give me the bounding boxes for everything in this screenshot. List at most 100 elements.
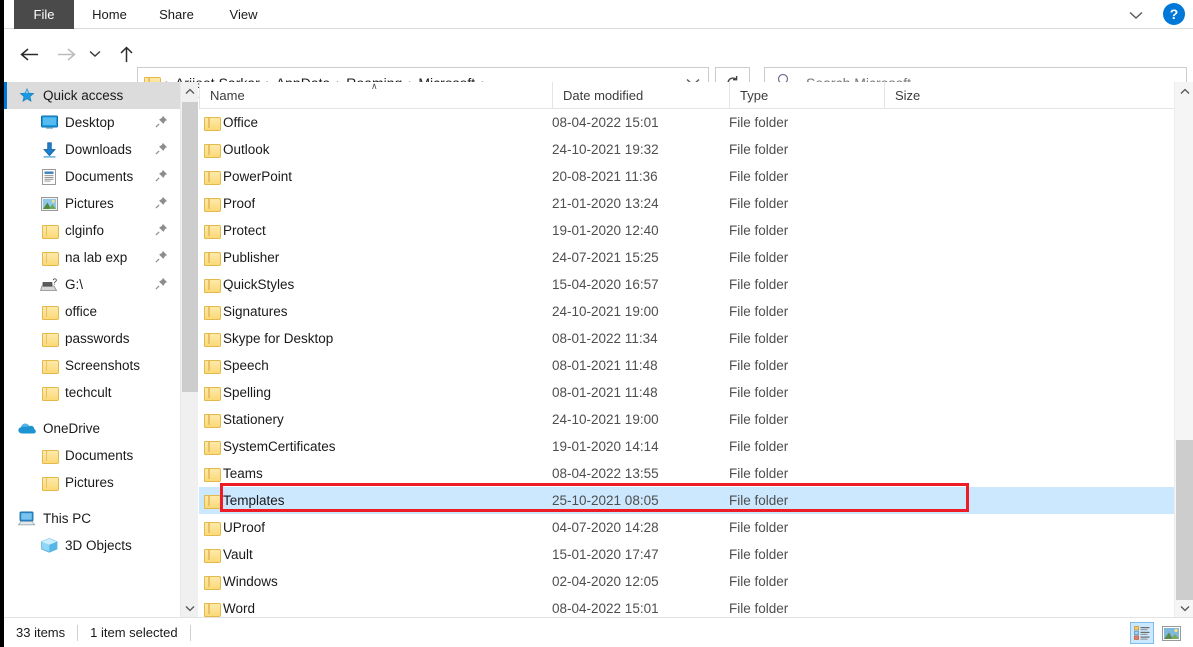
cell-type: File folder [729, 547, 789, 562]
chevron-down-icon[interactable] [1125, 5, 1147, 25]
table-row[interactable]: Publisher 24-07-2021 15:25 File folder [199, 244, 1174, 271]
file-rows: Office 08-04-2022 15:01 File folder Outlook… [199, 109, 1174, 622]
sidebar-scrollbar-thumb[interactable] [182, 102, 198, 392]
status-bar: 33 items 1 item selected [4, 617, 1193, 647]
pin-icon[interactable] [155, 142, 168, 155]
file-list-scrollbar-thumb[interactable] [1176, 440, 1193, 600]
cell-type: File folder [729, 412, 789, 427]
sidebar-item-na-lab-exp[interactable]: na lab exp [4, 244, 180, 271]
sidebar-item-screenshots[interactable]: Screenshots [4, 352, 180, 379]
cell-name: Stationery [223, 412, 284, 427]
scroll-down-icon[interactable] [181, 599, 199, 617]
table-row[interactable]: SystemCertificates 19-01-2020 14:14 File f… [199, 433, 1174, 460]
table-row[interactable]: Vault 15-01-2020 17:47 File folder [199, 541, 1174, 568]
cell-type: File folder [729, 115, 789, 130]
cell-type: File folder [729, 304, 789, 319]
column-header-type[interactable]: Type [729, 82, 884, 108]
cell-name: Spelling [223, 385, 272, 400]
this-pc-icon [18, 510, 36, 528]
table-row[interactable]: UProof 04-07-2020 14:28 File folder [199, 514, 1174, 541]
scroll-up-icon[interactable] [181, 82, 199, 100]
cell-type: File folder [729, 466, 789, 481]
ribbon-tab-strip: File Home Share View ? [4, 0, 1193, 29]
pin-icon[interactable] [155, 223, 168, 236]
cell-name: QuickStyles [223, 277, 295, 292]
drive-icon: ? [40, 276, 58, 294]
sidebar-item-label: This PC [43, 511, 92, 526]
cell-type: File folder [729, 223, 789, 238]
sidebar-item-techcult[interactable]: techcult [4, 379, 180, 406]
cell-date: 08-04-2022 15:01 [552, 115, 659, 130]
sidebar-scrollbar[interactable] [180, 82, 198, 617]
table-row[interactable]: Windows 02-04-2020 12:05 File folder [199, 568, 1174, 595]
table-row[interactable]: Teams 08-04-2022 13:55 File folder [199, 460, 1174, 487]
tab-file[interactable]: File [14, 0, 74, 29]
table-row[interactable]: Protect 19-01-2020 12:40 File folder [199, 217, 1174, 244]
column-header-date-modified[interactable]: Date modified [552, 82, 729, 108]
details-view-button[interactable] [1130, 622, 1154, 644]
tab-view[interactable]: View [216, 0, 271, 29]
sidebar-item-label: Downloads [65, 142, 132, 157]
table-row[interactable]: QuickStyles 15-04-2020 16:57 File folder [199, 271, 1174, 298]
cell-name: Proof [223, 196, 256, 211]
star-pin-icon [18, 87, 36, 105]
table-row[interactable]: Proof 21-01-2020 13:24 File folder [199, 190, 1174, 217]
cell-name: Publisher [223, 250, 280, 265]
cell-type: File folder [729, 358, 789, 373]
pin-icon[interactable] [155, 196, 168, 209]
back-icon[interactable] [14, 39, 44, 69]
large-icons-view-button[interactable] [1159, 622, 1183, 644]
sidebar-item-office[interactable]: office [4, 298, 180, 325]
pin-icon[interactable] [155, 115, 168, 128]
table-row[interactable]: PowerPoint 20-08-2021 11:36 File folder [199, 163, 1174, 190]
file-explorer-window: File Home Share View ? Quick access Desk… [0, 0, 1193, 647]
cell-date: 24-10-2021 19:00 [552, 412, 659, 427]
table-row[interactable]: Office 08-04-2022 15:01 File folder [199, 109, 1174, 136]
sidebar-item-quick-access[interactable]: Quick access [4, 82, 180, 109]
sidebar-item-label: Screenshots [65, 358, 141, 373]
column-header-size[interactable]: Size [884, 82, 994, 108]
sidebar-item-onedrive[interactable]: OneDrive [4, 415, 180, 442]
table-row[interactable]: Skype for Desktop 08-01-2022 11:34 File fo… [199, 325, 1174, 352]
table-row[interactable]: Speech 08-01-2021 11:48 File folder [199, 352, 1174, 379]
sidebar-item-desktop[interactable]: Desktop [4, 109, 180, 136]
sidebar-item-documents[interactable]: Documents [4, 442, 180, 469]
cell-date: 08-01-2021 11:48 [552, 385, 658, 400]
sidebar-item-clginfo[interactable]: clginfo [4, 217, 180, 244]
folder-icon [40, 384, 59, 402]
sidebar-item-downloads[interactable]: Downloads [4, 136, 180, 163]
up-one-level-icon[interactable] [111, 39, 141, 69]
cell-date: 15-01-2020 17:47 [552, 547, 659, 562]
scroll-down-icon[interactable] [1175, 599, 1193, 617]
table-row[interactable]: Stationery 24-10-2021 19:00 File folder [199, 406, 1174, 433]
sidebar-item-documents[interactable]: Documents [4, 163, 180, 190]
sidebar-item-pictures[interactable]: Pictures [4, 469, 180, 496]
pin-icon[interactable] [155, 250, 168, 263]
file-list-scrollbar[interactable] [1174, 82, 1193, 617]
recent-locations-icon[interactable] [84, 39, 106, 69]
table-row[interactable]: Templates 25-10-2021 08:05 File folder [199, 487, 1174, 514]
desktop-icon [40, 114, 58, 132]
table-row[interactable]: Signatures 24-10-2021 19:00 File folder [199, 298, 1174, 325]
scroll-up-icon[interactable] [1175, 82, 1193, 100]
sidebar-item-3d-objects[interactable]: 3D Objects [4, 532, 180, 559]
sidebar-item-pictures[interactable]: Pictures [4, 190, 180, 217]
sidebar-item-passwords[interactable]: passwords [4, 325, 180, 352]
cell-name: Vault [223, 547, 253, 562]
table-row[interactable]: Outlook 24-10-2021 19:32 File folder [199, 136, 1174, 163]
sidebar-item-g[interactable]: ? G:\ [4, 271, 180, 298]
column-header-name[interactable]: Name [199, 82, 552, 108]
pin-icon[interactable] [155, 169, 168, 182]
cell-date: 02-04-2020 12:05 [552, 574, 659, 589]
pin-icon[interactable] [155, 277, 168, 290]
cell-date: 24-07-2021 15:25 [552, 250, 659, 265]
forward-icon [52, 39, 82, 69]
sidebar-item-this-pc[interactable]: This PC [4, 505, 180, 532]
tab-home[interactable]: Home [82, 0, 137, 29]
help-icon[interactable]: ? [1163, 3, 1185, 25]
tab-share[interactable]: Share [149, 0, 204, 29]
folder-icon [40, 474, 59, 492]
sidebar-item-label: clginfo [65, 223, 105, 238]
table-row[interactable]: Spelling 08-01-2021 11:48 File folder [199, 379, 1174, 406]
